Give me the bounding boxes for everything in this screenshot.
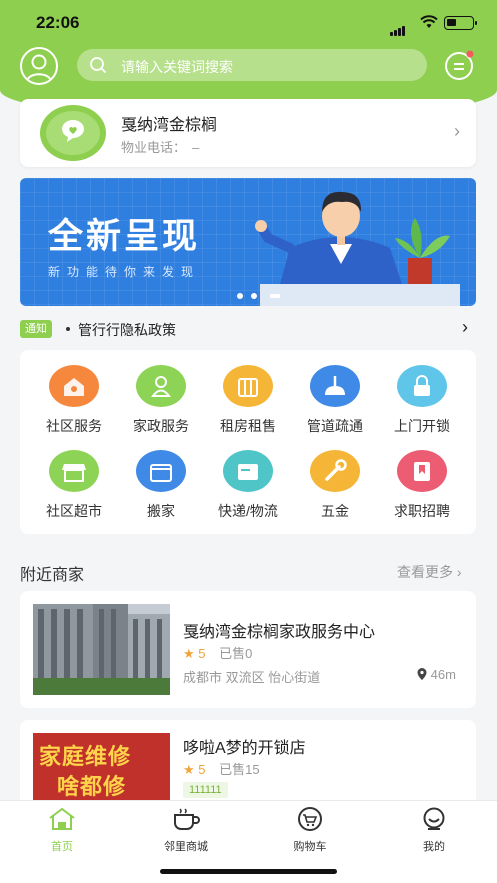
notice-bar[interactable]: 通知 管行行隐私政策 › <box>20 317 476 340</box>
service-item[interactable]: 社区超市 <box>29 450 119 521</box>
star-icon: ★ <box>183 646 195 661</box>
notice-tag: 通知 <box>20 320 52 338</box>
shop-image-text: 啥都修 <box>57 774 127 799</box>
house-icon <box>49 365 99 407</box>
service-label: 求职招聘 <box>394 503 450 519</box>
service-item[interactable]: 家政服务 <box>116 365 206 436</box>
shop-sold: 已售0 <box>219 646 253 661</box>
shop-name: 哆啦A梦的开锁店 <box>183 740 306 757</box>
shop-distance-value: 46m <box>430 667 456 682</box>
service-label: 管道疏通 <box>307 418 363 434</box>
tab-label: 购物车 <box>293 841 327 853</box>
star-icon: ★ <box>183 762 195 777</box>
tab-label: 邻里商城 <box>164 841 208 853</box>
tab-label: 我的 <box>423 841 445 853</box>
shop-rating: 5 <box>198 762 206 777</box>
promo-banner[interactable]: 全新呈现 新功能待你来发现 <box>20 178 476 306</box>
shop-address: 成都市 双流区 怡心街道 <box>183 670 321 685</box>
home-icon <box>49 807 75 830</box>
shop-image <box>33 604 170 695</box>
shop-name: 戛纳湾金棕榈家政服务中心 <box>183 624 376 641</box>
shop-sold: 已售15 <box>219 762 260 777</box>
shop-image-text: 家庭维修 <box>39 744 132 769</box>
banner-title: 全新呈现 <box>48 217 201 256</box>
service-grid: 社区服务 家政服务 租房租售 管道疏通 上门开锁 社区超市 搬家 快递/物流 五… <box>20 350 476 534</box>
community-name: 戛纳湾金棕榈 <box>121 117 218 134</box>
truck-icon <box>136 450 186 492</box>
chevron-right-icon: › <box>454 121 460 141</box>
service-item[interactable]: 五金 <box>290 450 380 521</box>
profile-icon <box>423 807 445 830</box>
bookmark-icon <box>397 450 447 492</box>
location-pin-icon <box>417 668 427 680</box>
service-item[interactable]: 上门开锁 <box>377 365 467 436</box>
service-label: 社区超市 <box>46 503 102 519</box>
notice-bullet <box>66 327 70 331</box>
wrench-icon <box>310 450 360 492</box>
service-item[interactable]: 租房租售 <box>203 365 293 436</box>
avatar-button[interactable] <box>20 47 58 85</box>
cart-icon <box>298 807 322 831</box>
service-item[interactable]: 管道疏通 <box>290 365 380 436</box>
service-label: 搬家 <box>147 503 175 519</box>
property-phone-value: – <box>192 140 200 155</box>
suitcase-icon <box>223 365 273 407</box>
tab-home[interactable]: 首页 <box>17 807 107 854</box>
tab-profile[interactable]: 我的 <box>389 807 479 854</box>
worker-icon <box>136 365 186 407</box>
service-item[interactable]: 求职招聘 <box>377 450 467 521</box>
lock-icon <box>397 365 447 407</box>
search-bar[interactable]: 请输入关键词搜索 <box>77 49 427 81</box>
view-more-link[interactable]: 查看更多 › <box>397 562 462 582</box>
shop-distance: 46m <box>417 667 456 682</box>
view-more-label: 查看更多 <box>397 564 453 580</box>
banner-illustration <box>237 191 460 306</box>
plunger-icon <box>310 365 360 407</box>
search-placeholder[interactable]: 请输入关键词搜索 <box>121 57 233 77</box>
service-item[interactable]: 社区服务 <box>29 365 119 436</box>
wifi-icon <box>420 15 438 28</box>
banner-subtitle: 新功能待你来发现 <box>48 265 201 279</box>
shop-meta: ★ 5 已售0 <box>183 643 252 662</box>
chat-icon <box>445 50 474 80</box>
shop-rating: 5 <box>198 646 206 661</box>
property-phone-label: 物业电话： <box>121 140 187 155</box>
notice-text[interactable]: 管行行隐私政策 <box>78 320 176 340</box>
home-indicator <box>160 869 337 874</box>
service-label: 快递/物流 <box>218 503 278 519</box>
property-phone: 物业电话： – <box>121 137 199 156</box>
message-button[interactable] <box>443 49 476 82</box>
service-label: 家政服务 <box>133 418 189 434</box>
chat-bubble-icon <box>46 111 100 155</box>
tab-cart[interactable]: 购物车 <box>265 807 355 854</box>
service-label: 五金 <box>321 503 349 519</box>
service-label: 租房租售 <box>220 418 276 434</box>
service-item[interactable]: 搬家 <box>116 450 206 521</box>
status-time: 22:06 <box>36 13 80 32</box>
community-card[interactable]: 戛纳湾金棕榈 物业电话： – › <box>20 99 476 167</box>
search-icon <box>90 57 107 74</box>
chevron-right-icon: › <box>456 564 462 580</box>
store-icon <box>49 450 99 492</box>
chevron-right-icon: › <box>462 317 468 337</box>
signal-icon <box>390 18 406 36</box>
shop-tag: 111111 <box>183 782 228 798</box>
service-label: 上门开锁 <box>394 418 450 434</box>
service-label: 社区服务 <box>46 418 102 434</box>
tab-shop[interactable]: 邻里商城 <box>141 807 231 854</box>
status-bar: 22:06 <box>0 0 497 46</box>
tab-label: 首页 <box>51 841 73 853</box>
profile-icon <box>26 54 52 82</box>
package-icon <box>223 450 273 492</box>
shop-meta: ★ 5 已售15 <box>183 759 260 778</box>
shop-card[interactable]: 戛纳湾金棕榈家政服务中心 ★ 5 已售0 成都市 双流区 怡心街道 46m <box>20 591 476 708</box>
service-item[interactable]: 快递/物流 <box>203 450 293 521</box>
battery-icon <box>444 16 477 30</box>
cup-icon <box>174 808 200 830</box>
community-logo <box>40 105 106 161</box>
nearby-title: 附近商家 <box>20 567 85 584</box>
